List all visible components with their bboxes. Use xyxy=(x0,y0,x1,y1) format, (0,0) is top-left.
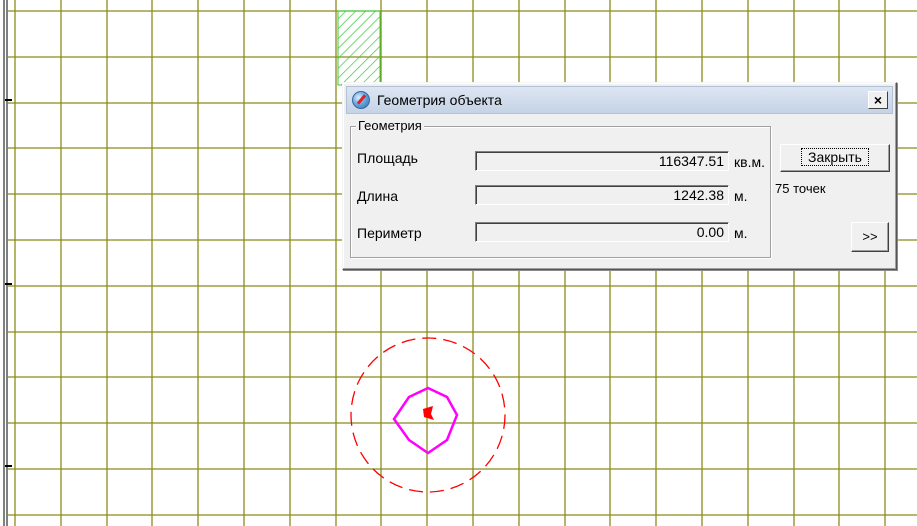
area-label: Площадь xyxy=(357,150,418,166)
geometry-group: Геометрия Площадь 116347.51 кв.м. Длина … xyxy=(350,118,771,258)
close-dialog-button[interactable]: Закрыть xyxy=(780,144,890,172)
object-geometry-dialog[interactable]: Геометрия объекта × Геометрия Площадь 11… xyxy=(342,82,897,270)
dialog-title: Геометрия объекта xyxy=(377,92,502,108)
area-field[interactable]: 116347.51 xyxy=(475,151,729,171)
close-dialog-button-label: Закрыть xyxy=(801,148,869,166)
globe-compass-icon xyxy=(352,91,370,109)
geometry-group-label: Геометрия xyxy=(356,118,424,133)
perimeter-label: Периметр xyxy=(357,225,422,241)
map-left-border xyxy=(3,0,12,526)
length-unit: м. xyxy=(734,188,748,204)
close-button[interactable]: × xyxy=(868,91,888,109)
expand-button[interactable]: >> xyxy=(851,222,889,252)
perimeter-unit: м. xyxy=(734,225,748,241)
dialog-titlebar[interactable]: Геометрия объекта × xyxy=(346,86,893,114)
hatched-map-cell[interactable] xyxy=(337,10,381,86)
object-polygon[interactable] xyxy=(392,386,459,455)
center-marker-icon[interactable] xyxy=(423,406,434,420)
points-count: 75 точек xyxy=(775,181,826,196)
perimeter-field[interactable]: 0.00 xyxy=(475,222,729,242)
area-unit: кв.м. xyxy=(734,154,765,170)
length-field[interactable]: 1242.38 xyxy=(475,185,729,205)
length-label: Длина xyxy=(357,188,398,204)
